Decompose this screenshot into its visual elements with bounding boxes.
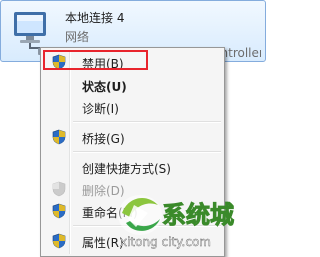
menu-item-rename[interactable]: 重命名(M)	[44, 200, 221, 222]
menu-item-label: 桥接(G)	[82, 132, 125, 146]
adapter-name: 本地连接 4	[65, 11, 125, 25]
menu-item-delete: 删除(D)	[44, 178, 221, 200]
menu-separator	[73, 225, 221, 227]
highlight-box	[43, 50, 148, 70]
menu-item-status[interactable]: 状态(U)	[44, 74, 221, 96]
shield-icon	[52, 203, 66, 219]
menu-item-label: 重命名(M)	[82, 206, 138, 220]
shield-icon	[52, 233, 66, 249]
menu-item-create-shortcut[interactable]: 创建快捷方式(S)	[44, 156, 221, 178]
menu-item-label: 状态(U)	[82, 80, 127, 94]
menu-item-label: 删除(D)	[82, 184, 125, 198]
menu-item-label: 创建快捷方式(S)	[82, 162, 171, 176]
menu-item-diagnose[interactable]: 诊断(I)	[44, 96, 221, 118]
menu-item-label: 诊断(I)	[82, 102, 119, 116]
menu-item-properties[interactable]: 属性(R)	[44, 230, 221, 252]
menu-item-label: 属性(R)	[82, 236, 124, 250]
menu-separator	[73, 151, 221, 153]
shield-icon	[52, 181, 66, 197]
adapter-status: 网络	[65, 30, 90, 44]
menu-item-bridge[interactable]: 桥接(G)	[44, 126, 221, 148]
context-menu: 禁用(B) 状态(U) 诊断(I) 桥接(G) 创建快捷方式(S) 删除(D)	[40, 47, 225, 257]
shield-icon	[52, 129, 66, 145]
menu-separator	[73, 121, 221, 123]
